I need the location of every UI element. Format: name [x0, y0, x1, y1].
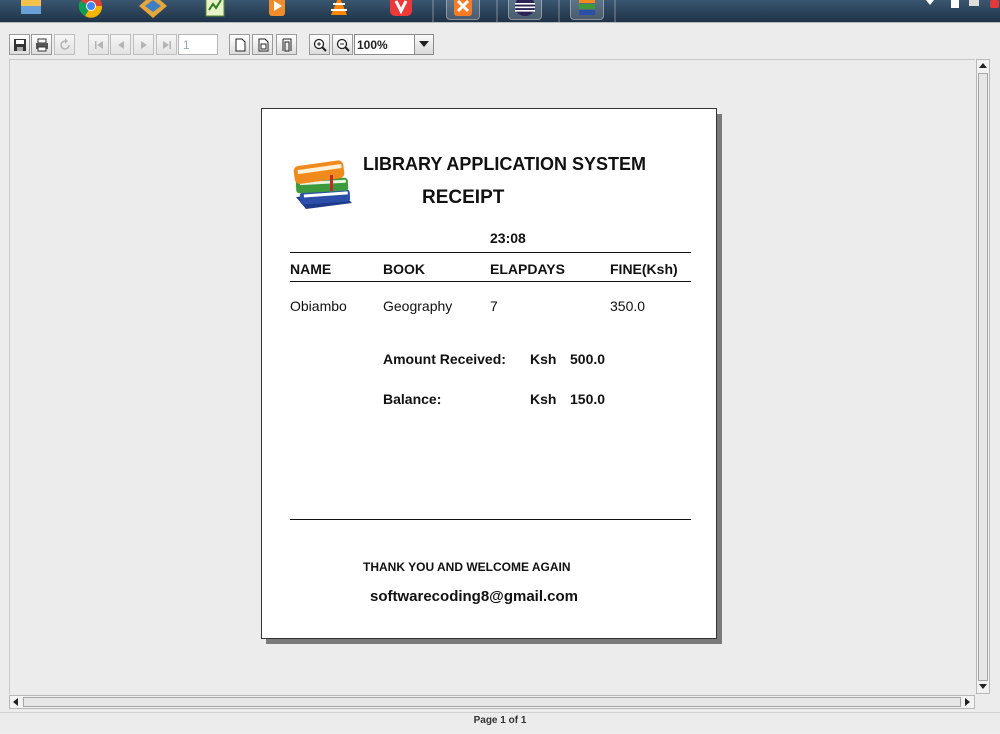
fit-width-icon — [282, 38, 291, 51]
actual-size-icon — [235, 38, 245, 51]
row-elapdays: 7 — [490, 298, 498, 314]
page-number-input[interactable]: 1 — [178, 34, 218, 55]
fit-page-icon — [258, 38, 268, 51]
battery-icon — [951, 0, 959, 8]
taskbar-separator — [496, 0, 498, 22]
horizontal-scrollbar[interactable] — [9, 695, 975, 709]
system-tray — [924, 0, 1000, 14]
column-header-elapdays: ELAPDAYS — [490, 261, 565, 277]
zoom-select[interactable]: 100% — [354, 34, 434, 55]
balance-label: Balance: — [383, 391, 442, 407]
column-header-name: NAME — [290, 261, 332, 277]
print-icon — [35, 38, 48, 51]
first-page-icon — [94, 40, 103, 49]
chrome-icon[interactable] — [74, 0, 108, 20]
amount-received-currency: Ksh — [530, 351, 557, 367]
app-diamond-icon[interactable] — [136, 0, 170, 20]
scroll-up-button[interactable] — [977, 60, 989, 72]
next-page-icon — [140, 40, 147, 49]
horizontal-scroll-thumb[interactable] — [23, 697, 961, 707]
zoom-in-button[interactable] — [309, 34, 330, 55]
header-bottom-rule — [290, 281, 691, 282]
zoom-out-icon — [336, 38, 350, 52]
scroll-left-button[interactable] — [10, 696, 22, 708]
taskbar — [0, 0, 1000, 22]
actual-size-button[interactable] — [229, 34, 250, 55]
balance-currency: Ksh — [530, 391, 557, 407]
library-app-icon[interactable] — [570, 0, 604, 20]
first-page-button[interactable] — [88, 34, 109, 55]
arrow-down-icon — [979, 684, 987, 689]
amount-received-value: 500.0 — [570, 351, 606, 367]
previous-page-icon — [117, 40, 124, 49]
scroll-down-button[interactable] — [977, 681, 989, 693]
zoom-dropdown-button[interactable] — [414, 35, 433, 54]
taskbar-separator — [558, 0, 560, 22]
contact-email: softwarecoding8@gmail.com — [370, 588, 579, 605]
thank-you-text: THANK YOU AND WELCOME AGAIN — [363, 560, 571, 574]
eclipse-icon[interactable] — [508, 0, 542, 20]
zoom-in-icon — [313, 38, 327, 52]
row-name: Obiambo — [290, 298, 347, 314]
chevron-down-icon — [419, 41, 429, 47]
header-top-rule — [290, 252, 691, 253]
books-icon — [293, 160, 352, 209]
previous-page-button[interactable] — [110, 34, 131, 55]
taskbar-separator — [614, 0, 616, 22]
balance-value: 150.0 — [570, 391, 606, 407]
taskbar-separator — [432, 0, 434, 22]
notepad-plus-icon[interactable] — [198, 0, 232, 20]
receipt-title: LIBRARY APPLICATION SYSTEM — [363, 154, 647, 174]
footer-rule — [290, 519, 691, 520]
network-icon — [969, 0, 979, 6]
print-button[interactable] — [31, 34, 52, 55]
vlc-icon[interactable] — [322, 0, 356, 20]
receipt-page: LIBRARY APPLICATION SYSTEM RECEIPT 23:08… — [261, 108, 717, 639]
tray-chevron-icon — [926, 0, 934, 5]
receipt-time: 23:08 — [490, 230, 526, 246]
last-page-icon — [162, 40, 171, 49]
media-player-icon[interactable] — [260, 0, 294, 20]
arrow-up-icon — [979, 63, 987, 68]
row-book: Geography — [383, 298, 453, 314]
file-explorer-icon[interactable] — [14, 0, 48, 20]
fit-width-button[interactable] — [276, 34, 297, 55]
alert-icon — [990, 0, 999, 8]
arrow-left-icon — [13, 698, 18, 706]
vertical-scroll-thumb[interactable] — [978, 73, 988, 681]
last-page-button[interactable] — [156, 34, 177, 55]
save-button[interactable] — [9, 34, 30, 55]
zoom-out-button[interactable] — [332, 34, 353, 55]
page-status: Page 1 of 1 — [0, 712, 1000, 734]
fit-page-button[interactable] — [252, 34, 273, 55]
receipt-subtitle: RECEIPT — [422, 187, 505, 208]
vertical-scrollbar[interactable] — [976, 59, 990, 694]
next-page-button[interactable] — [133, 34, 154, 55]
arrow-right-icon — [965, 698, 970, 706]
amount-received-label: Amount Received: — [383, 351, 506, 367]
save-icon — [13, 38, 26, 51]
zoom-value: 100% — [357, 38, 388, 52]
scroll-right-button[interactable] — [962, 696, 974, 708]
viewer-toolbar: 1 100% — [0, 31, 1000, 57]
column-header-fine: FINE(Ksh) — [610, 261, 678, 277]
vivaldi-icon[interactable] — [384, 0, 418, 20]
row-fine: 350.0 — [610, 298, 646, 314]
column-header-book: BOOK — [383, 261, 425, 277]
xampp-icon[interactable] — [446, 0, 480, 20]
reload-button[interactable] — [54, 34, 75, 55]
reload-icon — [59, 37, 70, 50]
